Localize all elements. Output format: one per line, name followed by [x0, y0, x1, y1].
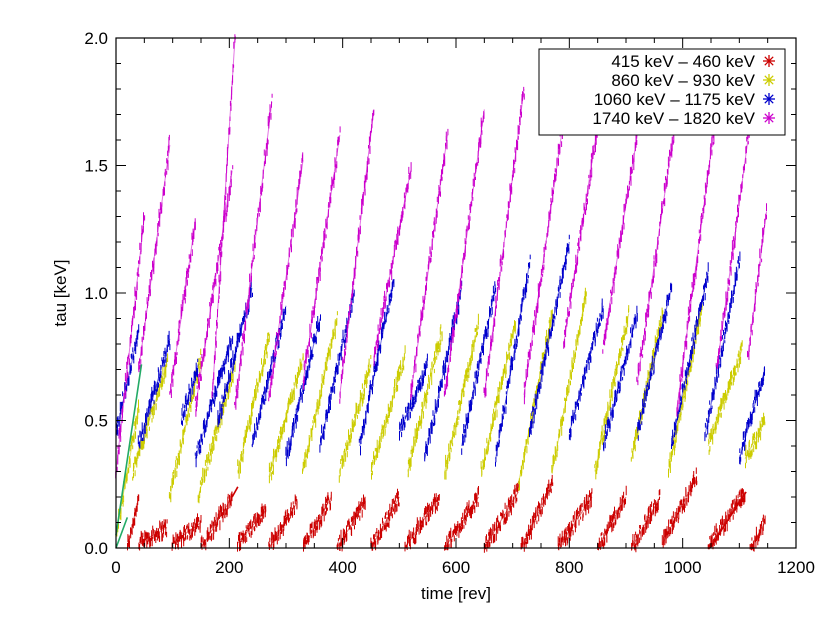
- chart: 0 200 400 600 800 1000 1200 0.0 0.5 1.0 1.5 2.0 tim…: [0, 0, 830, 623]
- legend-label-1: 860 keV – 930 keV: [611, 71, 755, 90]
- x-tick-label-0: 0: [111, 558, 120, 577]
- legend-marker-2: [763, 93, 775, 105]
- legend-label-3: 1740 keV – 1820 keV: [592, 109, 755, 128]
- x-tick-label-2: 400: [328, 558, 356, 577]
- x-tick-label-3: 600: [442, 558, 470, 577]
- legend-marker-3: [763, 112, 775, 124]
- y-tick-label-2: 1.0: [84, 284, 108, 303]
- x-tick-label-5: 1000: [664, 558, 702, 577]
- x-tick-label-1: 200: [215, 558, 243, 577]
- y-tick-label-0: 0.0: [84, 539, 108, 558]
- legend-label-2: 1060 keV – 1175 keV: [594, 90, 756, 109]
- x-axis-label: time [rev]: [421, 584, 491, 603]
- legend-label-0: 415 keV – 460 keV: [611, 52, 755, 71]
- legend-marker-0: [763, 55, 775, 67]
- y-tick-label-3: 1.5: [84, 157, 108, 176]
- y-tick-label-1: 0.5: [84, 412, 108, 431]
- legend-marker-1: [763, 74, 775, 86]
- x-tick-label-6: 1200: [777, 558, 815, 577]
- legend: 415 keV – 460 keV860 keV – 930 keV1060 k…: [538, 48, 786, 136]
- y-axis-label: tau [keV]: [51, 259, 70, 326]
- y-tick-label-4: 2.0: [84, 29, 108, 48]
- x-tick-label-4: 800: [555, 558, 583, 577]
